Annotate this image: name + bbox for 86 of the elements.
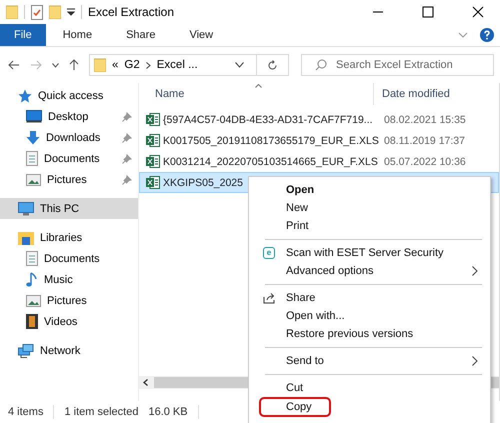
search-icon (315, 59, 327, 71)
help-icon[interactable] (480, 28, 494, 42)
menu-item[interactable]: Print (249, 217, 490, 235)
menu-item[interactable]: Open (249, 181, 490, 199)
breadcrumb[interactable]: G2 (124, 59, 140, 71)
file-date: 05.07.2022 10:36 (384, 156, 466, 168)
scroll-left-icon[interactable] (143, 379, 148, 386)
sidebar-item[interactable]: Pictures (0, 290, 138, 311)
file-name: {597A4C57-04DB-4E33-AD31-7CAF7F719... (163, 114, 374, 126)
sidebar-item[interactable]: Music (0, 269, 138, 290)
sort-caret-icon (255, 84, 262, 88)
spreadsheet-file-icon (146, 176, 160, 189)
network-icon (18, 344, 34, 358)
share-icon (263, 292, 276, 304)
ribbon-tab[interactable]: View (172, 24, 230, 46)
pin-icon[interactable] (122, 154, 132, 164)
menu-item[interactable]: New (249, 199, 490, 217)
breadcrumb[interactable]: Excel ... (156, 59, 198, 71)
sidebar-item[interactable]: This PC (0, 198, 138, 219)
sidebar-item[interactable]: Downloads (0, 127, 138, 148)
menu-item[interactable]: Cut (249, 379, 490, 397)
ribbon-tab[interactable]: File (0, 24, 46, 46)
file-name: XKGIPS05_2025 (163, 176, 244, 188)
recent-dropdown-icon[interactable] (52, 62, 59, 68)
sidebar-item[interactable]: Libraries (0, 227, 138, 248)
sidebar-item[interactable]: Desktop (0, 106, 138, 127)
star-icon (18, 88, 32, 102)
file-name: K0031214_20220705103514665_EUR_F.XLS (163, 156, 377, 168)
film-icon (26, 314, 38, 329)
desktop-icon (26, 110, 42, 123)
music-note-icon (26, 272, 38, 287)
sidebar-item[interactable]: Documents (0, 148, 138, 169)
chevron-right-icon[interactable] (146, 62, 151, 68)
menu-item[interactable]: Advanced options (249, 262, 490, 280)
file-name: K0017505_20191108173655179_EUR_E.XLS (163, 134, 377, 146)
spreadsheet-file-icon (146, 134, 160, 147)
up-arrow-icon[interactable] (69, 59, 79, 71)
close-icon[interactable] (472, 6, 484, 18)
column-header[interactable]: Date modified (374, 88, 450, 100)
chevron-down-icon[interactable] (235, 62, 244, 68)
sidebar-item[interactable]: Pictures (0, 169, 138, 190)
path-overflow[interactable]: « (112, 59, 118, 71)
picture-icon (26, 294, 41, 306)
pin-icon[interactable] (122, 174, 132, 184)
spreadsheet-file-icon (146, 155, 160, 168)
selection-info: 1 item selected (64, 406, 138, 418)
folder-icon (6, 5, 18, 19)
folder-icon (94, 58, 106, 72)
file-date: 08.02.2021 15:35 (384, 114, 466, 126)
item-count: 4 items (8, 406, 44, 418)
library-folder-icon (18, 230, 34, 244)
sidebar-item[interactable]: Network (0, 340, 138, 361)
file-row[interactable]: K0031214_20220705103514665_EUR_F.XLS 05.07.2022 10:36 (139, 151, 499, 172)
menu-item[interactable]: Send to (249, 352, 490, 370)
sidebar-item[interactable]: Documents (0, 248, 138, 269)
menu-item[interactable]: e Scan with ESET Server Security (249, 244, 490, 262)
file-date: 08.11.2019 17:37 (384, 134, 465, 146)
menu-item[interactable]: Open with... (249, 307, 490, 325)
pin-icon[interactable] (122, 112, 132, 122)
file-row[interactable]: K0017505_20191108173655179_EUR_E.XLS 08.11.2019 17:37 (139, 130, 499, 151)
monitor-icon (18, 202, 34, 216)
menu-item[interactable]: Share (249, 289, 490, 307)
selection-size: 16.0 KB (148, 406, 188, 418)
document-icon (26, 251, 38, 266)
back-arrow-icon[interactable] (8, 60, 20, 70)
menu-item[interactable]: Restore previous versions (249, 325, 490, 343)
ribbon-tab[interactable]: Home (46, 24, 110, 46)
download-arrow-icon (26, 130, 40, 144)
address-bar[interactable]: « G2 Excel ... (89, 54, 289, 76)
checklist-icon[interactable] (31, 4, 43, 20)
document-icon (26, 151, 38, 166)
maximize-icon[interactable] (422, 6, 434, 18)
file-row[interactable]: {597A4C57-04DB-4E33-AD31-7CAF7F719... 08.02.2021 15:35 (139, 109, 499, 130)
picture-icon (26, 174, 41, 186)
sidebar-item[interactable]: Videos (0, 311, 138, 332)
dropdown-icon[interactable] (67, 8, 75, 16)
search-field[interactable]: Search Excel Extraction (301, 54, 494, 76)
ribbon-tab[interactable]: Share (109, 24, 172, 46)
eset-icon: e (263, 247, 275, 259)
refresh-icon[interactable] (267, 60, 278, 70)
column-header[interactable]: Name (139, 83, 374, 105)
spreadsheet-file-icon (146, 113, 160, 126)
sidebar-item[interactable]: Quick access (0, 85, 138, 106)
pin-icon[interactable] (122, 132, 132, 142)
window-title: Excel Extraction (88, 5, 174, 19)
expand-ribbon-icon[interactable] (458, 32, 468, 38)
